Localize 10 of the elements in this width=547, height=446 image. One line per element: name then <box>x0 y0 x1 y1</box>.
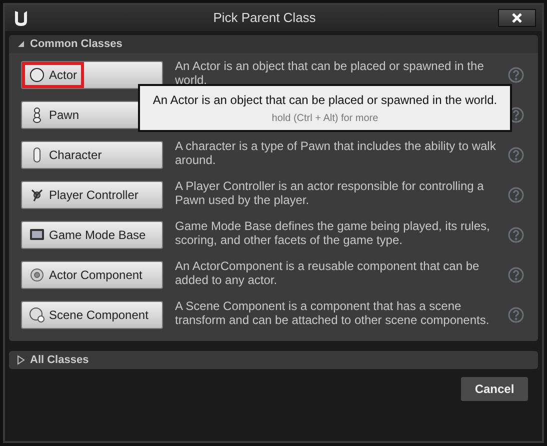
class-description: Game Mode Base defines the game being played, its rules, scoring, and other facets of the game type. <box>175 219 491 247</box>
class-description: A character is a type of Pawn that includes the ability to walk around. <box>175 139 497 167</box>
section-title: Common Classes <box>30 36 122 52</box>
tooltip-hint: hold (Ctrl + Alt) for more <box>272 112 378 126</box>
class-description: An Actor is an object that can be placed or spawned in the world. <box>175 59 485 87</box>
class-description: A Scene Component is a component that has a scene transform and can be attached to other scene components. <box>175 299 490 327</box>
class-description: An ActorComponent is a reusable component that can be added to any actor. <box>175 259 480 287</box>
class-description: A Player Controller is an actor responsible for controlling a Pawn used by the player. <box>175 179 485 207</box>
window-title: Pick Parent Class <box>212 9 317 28</box>
section-title: All Classes <box>30 352 89 368</box>
